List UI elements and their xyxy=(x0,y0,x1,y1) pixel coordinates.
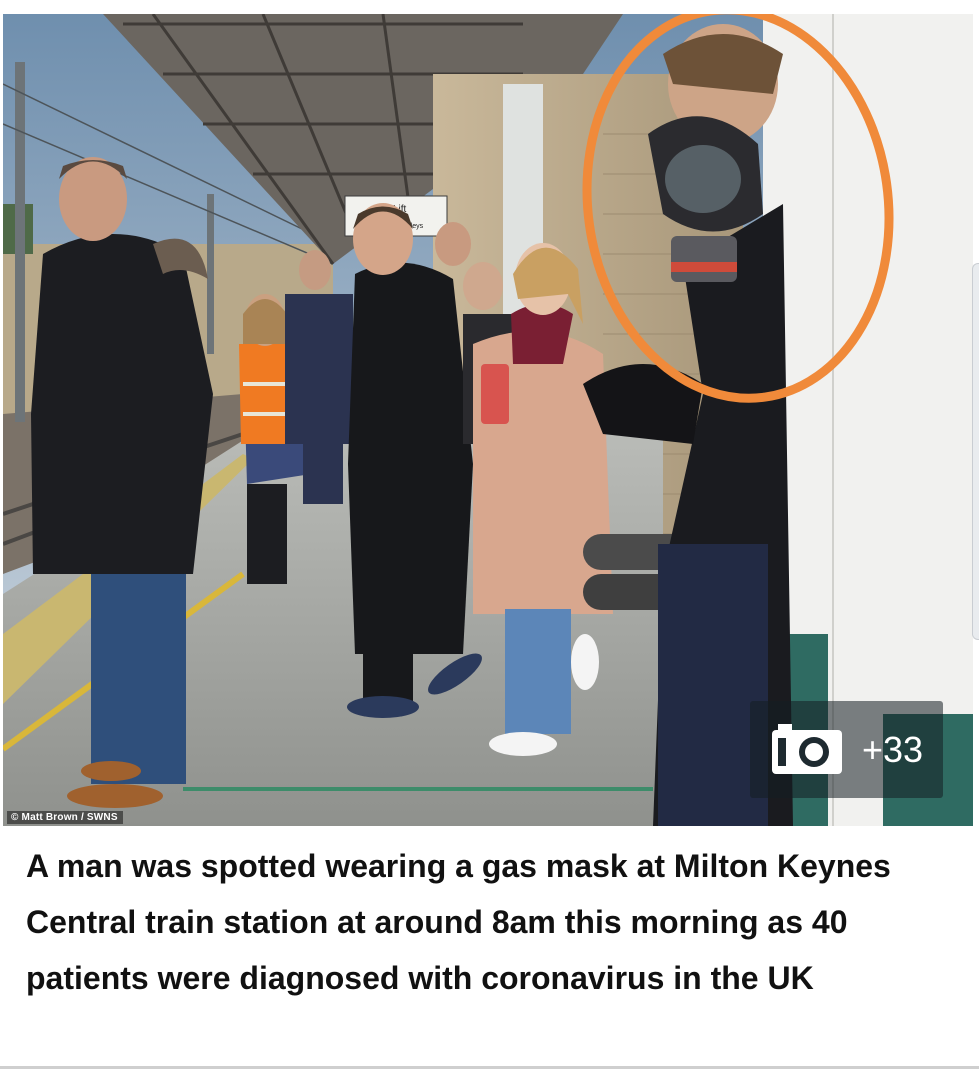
gallery-button[interactable]: +33 xyxy=(750,701,943,798)
gallery-count: +33 xyxy=(861,728,924,770)
divider xyxy=(0,1066,979,1069)
article-photo[interactable]: Lift trolleys xyxy=(3,14,973,826)
camera-icon xyxy=(771,723,842,774)
article-caption: A man was spotted wearing a gas mask at … xyxy=(26,848,891,996)
scroll-handle[interactable] xyxy=(972,263,979,640)
article-page: Lift trolleys xyxy=(0,0,979,1080)
photo-credit: © Matt Brown / SWNS xyxy=(7,811,123,824)
